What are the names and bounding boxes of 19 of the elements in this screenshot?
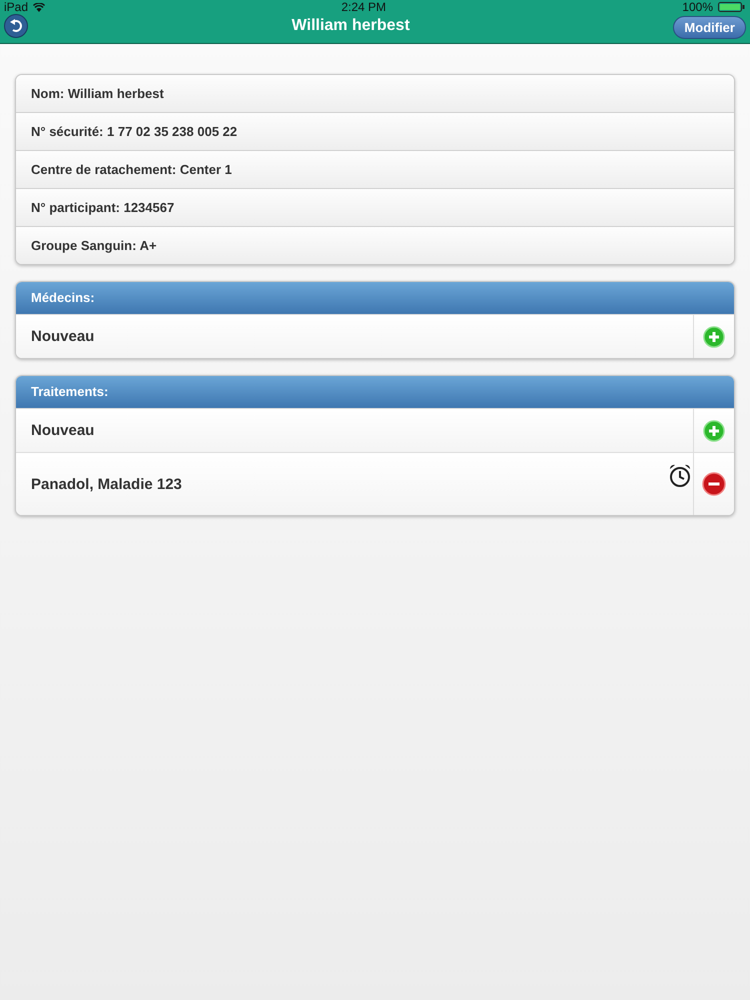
section-header: Médecins: bbox=[16, 282, 734, 314]
nav-title: William herbest bbox=[292, 17, 410, 35]
info-row: N° participant: 1234567 bbox=[16, 189, 734, 227]
back-button[interactable] bbox=[4, 14, 28, 38]
section-header: Traitements: bbox=[16, 376, 734, 408]
wifi-icon bbox=[33, 2, 46, 12]
info-row: Groupe Sanguin: A+ bbox=[16, 227, 734, 264]
status-time: 2:24 PM bbox=[341, 0, 386, 14]
info-row: Centre de ratachement: Center 1 bbox=[16, 151, 734, 189]
edit-button[interactable]: Modifier bbox=[673, 16, 746, 38]
add-icon[interactable] bbox=[703, 326, 725, 348]
info-row: Nom: William herbest bbox=[16, 75, 734, 113]
battery-percent: 100% bbox=[682, 0, 713, 14]
remove-icon[interactable] bbox=[702, 472, 726, 496]
battery-icon bbox=[718, 2, 746, 12]
undo-arrow-icon bbox=[9, 19, 23, 33]
info-row: N° sécurité: 1 77 02 35 238 005 22 bbox=[16, 113, 734, 151]
add-icon[interactable] bbox=[703, 420, 725, 442]
device-name: iPad bbox=[4, 0, 28, 14]
